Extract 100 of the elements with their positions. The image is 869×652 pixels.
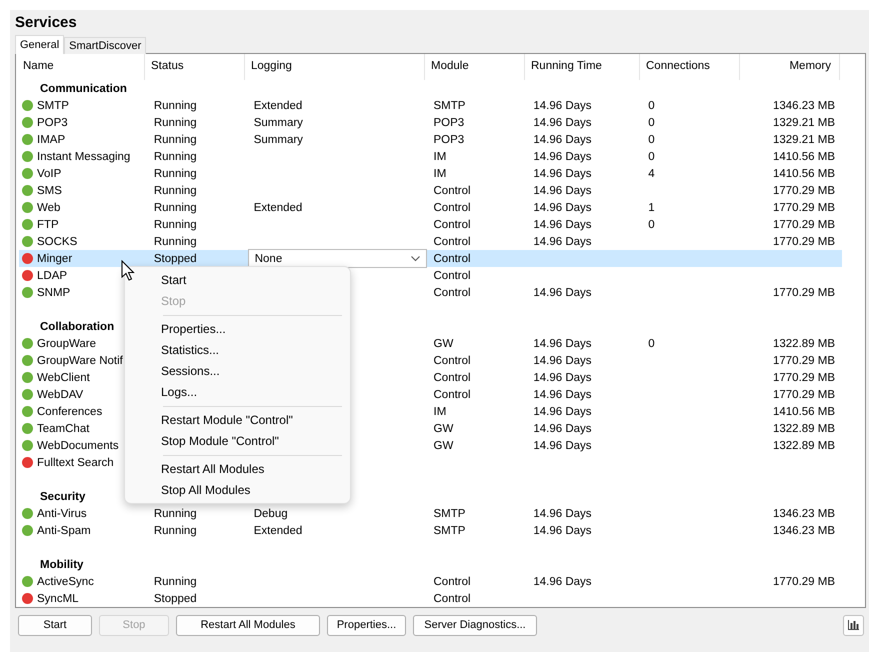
menu-item[interactable]: Properties... [125, 319, 350, 340]
table-cell: Running [154, 116, 197, 128]
table-cell: 1322.89 MB [772, 338, 835, 350]
table-cell: 1 [648, 202, 655, 214]
table-cell: Control [434, 354, 471, 366]
menu-item[interactable]: Statistics... [125, 340, 350, 361]
column-header[interactable]: Connections [640, 54, 740, 80]
tab[interactable]: SmartDiscover [64, 37, 146, 54]
table-cell: Control [434, 286, 471, 298]
table-cell: Summary [254, 134, 303, 146]
menu-item[interactable]: Logs... [125, 382, 350, 403]
column-header[interactable]: Status [145, 54, 245, 80]
table-cell: Running [154, 218, 197, 230]
table-cell: 14.96 Days [533, 184, 592, 196]
table-cell: IM [434, 168, 446, 180]
action-button[interactable]: Server Diagnostics... [413, 614, 537, 636]
table-cell: 14.96 Days [533, 338, 592, 350]
table-cell: 14.96 Days [533, 134, 592, 146]
service-name: VoIP [37, 168, 62, 180]
column-header[interactable]: Name [16, 54, 145, 80]
table-cell: 1346.23 MB [772, 524, 835, 536]
service-name: Anti-Spam [37, 524, 91, 536]
service-name: IMAP [37, 134, 66, 146]
column-header[interactable]: Memory [740, 54, 840, 80]
table-cell: 0 [648, 100, 655, 112]
menu-item[interactable]: Restart All Modules [125, 459, 350, 480]
chart-button[interactable] [843, 614, 864, 636]
table-cell: 1329.21 MB [772, 116, 835, 128]
table-cell: 1770.29 MB [772, 354, 835, 366]
table-cell: 14.96 Days [533, 100, 592, 112]
action-button[interactable]: Start [18, 614, 92, 636]
selected-row[interactable]: Minger Stopped None Control [19, 250, 842, 267]
service-name: LDAP [37, 270, 68, 282]
table-cell: Extended [254, 524, 302, 536]
table-cell: POP3 [434, 116, 464, 128]
table-cell: Stopped [154, 592, 197, 604]
table-cell: IM [434, 406, 446, 418]
table-cell: 14.96 Days [533, 150, 592, 162]
column-header[interactable]: Logging [245, 54, 425, 80]
table-cell: Control [434, 218, 471, 230]
table-cell: Control [434, 592, 471, 604]
table-cell: Running [154, 202, 197, 214]
table-cell: Running [154, 524, 197, 536]
action-button[interactable]: Properties... [327, 614, 406, 636]
tab[interactable]: General [15, 35, 64, 54]
table-cell: 1346.23 MB [772, 100, 835, 112]
table-cell: Running [154, 184, 197, 196]
column-header[interactable]: Running Time [525, 54, 640, 80]
table-cell: 14.96 Days [533, 116, 592, 128]
group-heading: Security [39, 490, 86, 502]
menu-item[interactable]: Restart Module "Control" [125, 410, 350, 431]
menu-item[interactable]: Stop All Modules [125, 480, 350, 501]
table-cell: 1770.29 MB [772, 372, 835, 384]
table-cell: 0 [648, 150, 655, 162]
table-cell: Running [154, 508, 197, 520]
chevron-icon [410, 256, 420, 262]
table-cell: 1770.29 MB [772, 218, 835, 230]
table-cell: 0 [648, 134, 655, 146]
service-name: SMS [37, 184, 62, 196]
table-cell: 14.96 Days [533, 354, 592, 366]
table-cell: 14.96 Days [533, 422, 592, 434]
table-cell: 14.96 Days [533, 286, 592, 298]
group-heading: Mobility [39, 558, 84, 570]
service-name: GroupWare [37, 338, 96, 350]
service-name: POP3 [37, 116, 68, 128]
service-name: WebDAV [37, 388, 84, 400]
service-name: WebClient [37, 372, 90, 384]
table-cell: GW [434, 440, 454, 452]
table-cell: 1322.89 MB [772, 422, 835, 434]
group-heading: Communication [39, 82, 127, 94]
table-cell: 1770.29 MB [772, 184, 835, 196]
table-cell: 0 [648, 116, 655, 128]
table-cell: 1410.56 MB [772, 168, 835, 180]
column-header[interactable]: Module [425, 54, 525, 80]
service-name: Fulltext Search [37, 456, 114, 468]
table-cell: Control [434, 372, 471, 384]
table-cell: 1346.23 MB [772, 508, 835, 520]
table-cell: Running [154, 236, 197, 248]
logging-dropdown[interactable]: None [248, 249, 427, 268]
table-cell: 14.96 Days [533, 508, 592, 520]
table-cell: 1329.21 MB [772, 134, 835, 146]
service-name: ActiveSync [37, 576, 94, 588]
table-cell: SMTP [434, 524, 466, 536]
table-cell: 1410.56 MB [772, 406, 835, 418]
table-cell: 1770.29 MB [772, 388, 835, 400]
table-cell: Control [434, 236, 471, 248]
service-name: SNMP [37, 286, 70, 298]
table-cell: Control [434, 252, 471, 264]
menu-item[interactable]: Sessions... [125, 361, 350, 382]
menu-item[interactable]: Stop Module "Control" [125, 431, 350, 452]
table-cell: POP3 [434, 134, 464, 146]
table-cell: 1770.29 MB [772, 202, 835, 214]
table-cell: 1770.29 MB [772, 236, 835, 248]
service-name: SyncML [37, 592, 79, 604]
table-cell: Control [434, 388, 471, 400]
table-cell: 0 [648, 218, 655, 230]
table-cell: 1322.89 MB [772, 440, 835, 452]
table-cell: GW [434, 338, 454, 350]
table-cell: 14.96 Days [533, 372, 592, 384]
action-button[interactable]: Restart All Modules [176, 614, 320, 636]
